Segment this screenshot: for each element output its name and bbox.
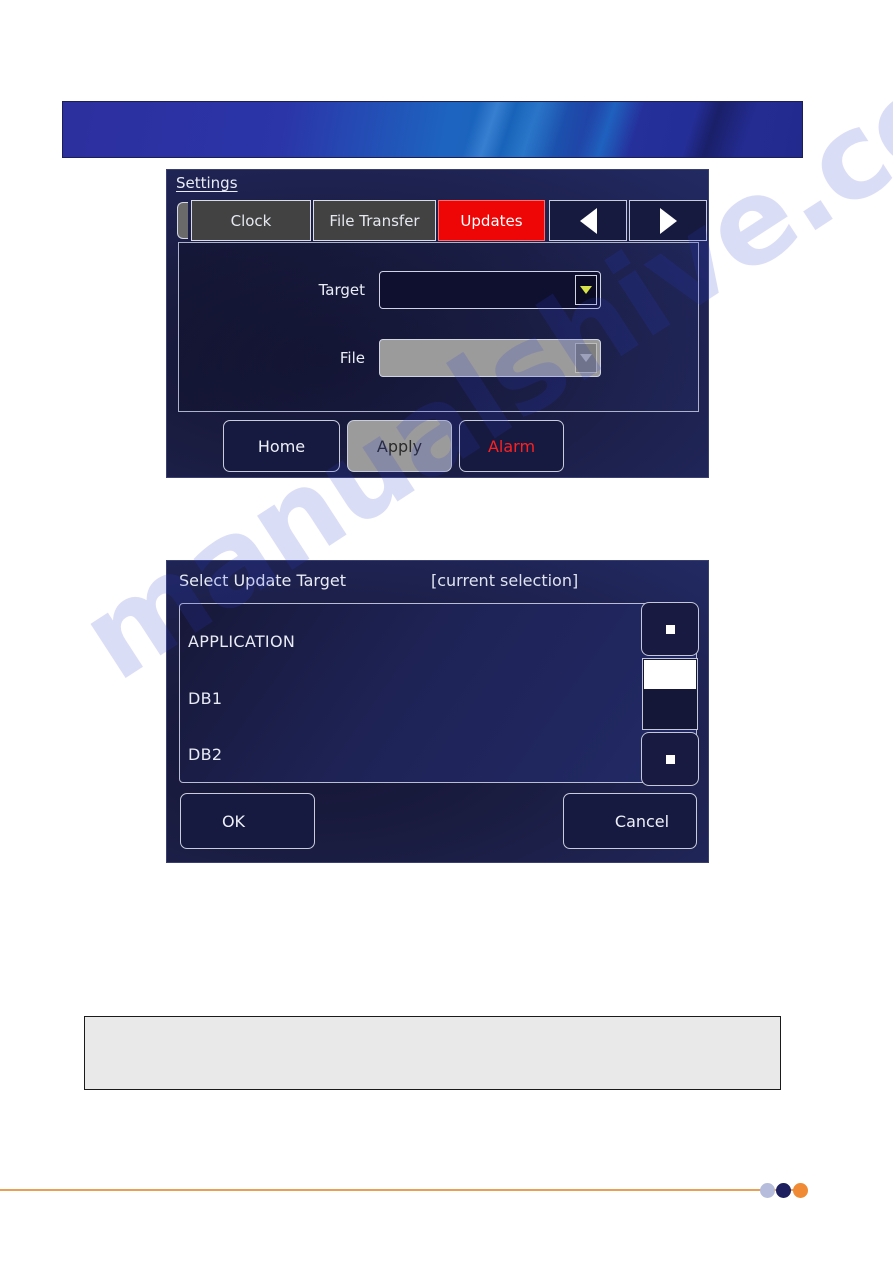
tab-prev-button[interactable] — [549, 200, 627, 241]
chevron-down-icon[interactable] — [575, 343, 597, 373]
note-box — [84, 1016, 781, 1090]
cancel-button-label: Cancel — [614, 811, 670, 831]
list-scrollbar[interactable] — [641, 602, 699, 786]
file-dropdown[interactable] — [379, 339, 601, 377]
alarm-button-label: Alarm — [487, 436, 536, 456]
target-field-row: Target — [179, 271, 698, 309]
tab-updates-label: Updates — [460, 211, 523, 230]
scroll-up-button[interactable] — [641, 602, 699, 656]
footer-rule — [0, 1189, 800, 1191]
dialog-header: Select Update Target [current selection] — [167, 571, 708, 597]
file-label: File — [339, 349, 365, 367]
ok-button[interactable]: OK — [180, 793, 315, 849]
scroll-down-icon — [665, 754, 675, 764]
updates-form-panel: Target File — [178, 242, 699, 412]
tab-clock-label: Clock — [230, 211, 272, 230]
target-listbox[interactable]: APPLICATION DB1 DB2 — [179, 602, 699, 786]
triangle-right-icon — [659, 207, 677, 234]
dialog-title: Select Update Target — [179, 571, 346, 590]
settings-screen: Settings Clock File Transfer Updates Tar… — [166, 169, 709, 478]
header-banner — [62, 101, 803, 158]
tab-file-transfer-label: File Transfer — [329, 211, 420, 230]
page-title: Settings — [176, 174, 238, 192]
apply-button[interactable]: Apply — [347, 420, 452, 472]
tab-updates[interactable]: Updates — [438, 200, 545, 241]
apply-button-label: Apply — [376, 436, 423, 456]
footer-dot — [760, 1183, 775, 1198]
tab-clock[interactable]: Clock — [191, 200, 311, 241]
list-item[interactable]: APPLICATION — [188, 627, 295, 655]
triangle-left-icon — [579, 207, 597, 234]
cancel-button[interactable]: Cancel — [563, 793, 697, 849]
tab-file-transfer[interactable]: File Transfer — [313, 200, 436, 241]
tab-overflow-sliver[interactable] — [177, 202, 188, 239]
file-field-row: File — [179, 339, 698, 377]
tab-strip: Clock File Transfer Updates — [177, 200, 707, 241]
home-button[interactable]: Home — [223, 420, 340, 472]
target-label: Target — [318, 281, 365, 299]
alarm-button[interactable]: Alarm — [459, 420, 564, 472]
settings-button-row: Home Apply Alarm — [167, 420, 708, 472]
tab-next-button[interactable] — [629, 200, 707, 241]
scroll-down-button[interactable] — [641, 732, 699, 786]
select-update-target-dialog: Select Update Target [current selection]… — [166, 560, 709, 863]
scrollbar-thumb[interactable] — [644, 660, 696, 689]
footer-dot — [793, 1183, 808, 1198]
scrollbar-track[interactable] — [642, 658, 698, 730]
home-button-label: Home — [257, 436, 306, 456]
target-dropdown[interactable] — [379, 271, 601, 309]
list-item[interactable]: DB2 — [188, 740, 222, 768]
chevron-down-icon[interactable] — [575, 275, 597, 305]
footer-dot — [776, 1183, 791, 1198]
scroll-up-icon — [665, 624, 675, 634]
current-selection-label: [current selection] — [431, 571, 579, 590]
list-item[interactable]: DB1 — [188, 684, 222, 712]
ok-button-label: OK — [221, 811, 246, 831]
